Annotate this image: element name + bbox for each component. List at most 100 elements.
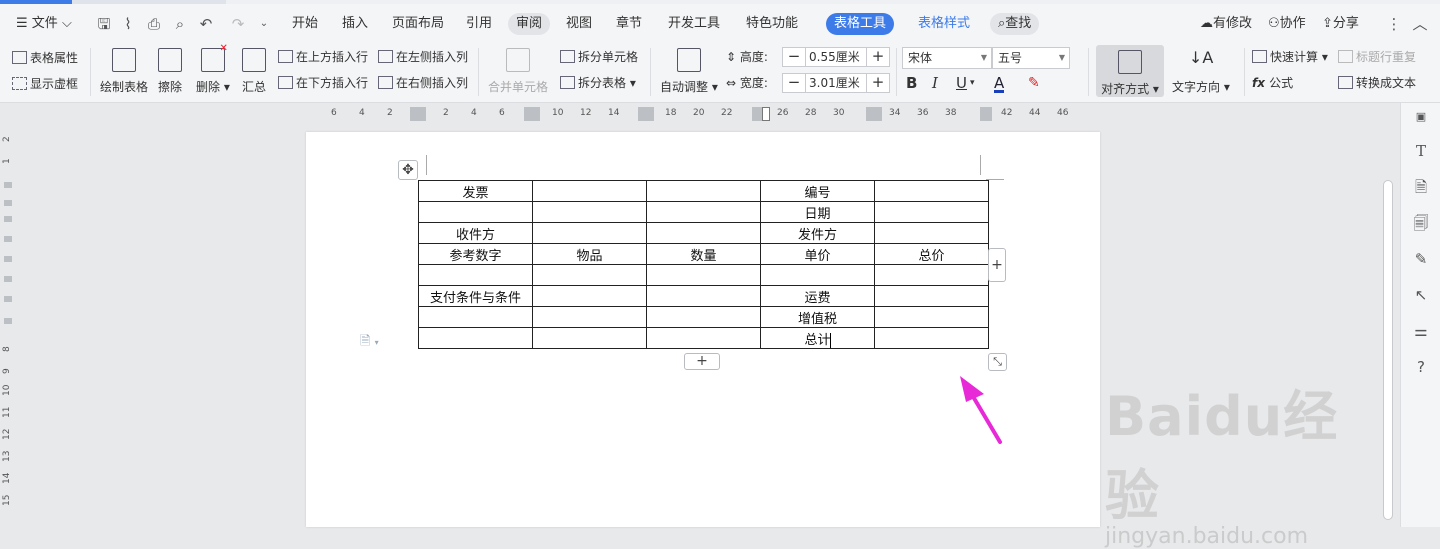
table-cell[interactable]	[874, 264, 989, 286]
table-cell[interactable]	[418, 201, 533, 223]
table-cell[interactable]	[874, 327, 989, 349]
formula-button[interactable]: fx 公式	[1252, 73, 1293, 93]
table-cell[interactable]: 增值税	[760, 306, 875, 328]
table-cell[interactable]	[532, 264, 647, 286]
table-cell[interactable]: 单价	[760, 243, 875, 265]
height-stepper[interactable]: − 0.55厘米 +	[782, 47, 890, 67]
collapse-ribbon-icon[interactable]: ︿	[1410, 14, 1430, 34]
split-table-button[interactable]: 拆分表格 ▾	[560, 73, 636, 93]
table-cell[interactable]: 收件方	[418, 222, 533, 244]
table-cell[interactable]	[646, 201, 761, 223]
table-cell[interactable]	[418, 327, 533, 349]
table-cell[interactable]	[646, 327, 761, 349]
convert-to-text-button[interactable]: 转换成文本	[1338, 73, 1416, 93]
tab-table-style[interactable]: 表格样式	[910, 13, 978, 35]
table-cell[interactable]	[874, 285, 989, 307]
customize-qat-icon[interactable]: ⌄	[254, 14, 274, 34]
tab-table-tools[interactable]: 表格工具	[826, 13, 895, 35]
indent-marker[interactable]	[762, 107, 770, 121]
tab-features[interactable]: 特色功能	[738, 13, 806, 35]
width-decrease-button[interactable]: −	[783, 74, 806, 92]
height-value[interactable]: 0.55厘米	[809, 49, 860, 66]
table-cell[interactable]	[532, 180, 647, 202]
tab-chapter[interactable]: 章节	[608, 13, 650, 35]
cursor-icon[interactable]: ↖	[1411, 285, 1431, 305]
delete-button[interactable]: ✕ 删除 ▾	[196, 43, 230, 95]
redo-icon[interactable]: ↷	[228, 14, 248, 34]
table-cell[interactable]: 日期	[760, 201, 875, 223]
tab-view[interactable]: 视图	[558, 13, 600, 35]
align-button[interactable]: 对齐方式 ▾	[1096, 45, 1164, 97]
tab-reference[interactable]: 引用	[458, 13, 500, 35]
font-name-select[interactable]: 宋体 ▼	[902, 47, 992, 69]
data-table[interactable]: 发票 编号 日期 收件方 发件方 参考数字 物品 数量 单价 总价 支付条件与条件 运费 增值税 总计	[418, 180, 989, 349]
table-cell[interactable]: 发件方	[760, 222, 875, 244]
table-cell[interactable]	[646, 222, 761, 244]
table-cell[interactable]	[646, 180, 761, 202]
table-cell[interactable]	[646, 264, 761, 286]
insert-col-right-button[interactable]: 在右侧插入列	[378, 73, 468, 93]
share-button[interactable]: ⇪分享	[1314, 13, 1367, 35]
sidebar-collapse-icon[interactable]: ▣	[1411, 107, 1431, 127]
scroll-thumb[interactable]	[1383, 180, 1393, 520]
table-cell[interactable]: 数量	[646, 243, 761, 265]
tab-dev-tools[interactable]: 开发工具	[660, 13, 728, 35]
table-cell[interactable]: 总价	[874, 243, 989, 265]
table-cell[interactable]	[532, 306, 647, 328]
height-decrease-button[interactable]: −	[783, 48, 806, 66]
underline-button[interactable]: U	[956, 73, 967, 93]
repeat-header-button[interactable]: 标题行重复	[1338, 47, 1416, 67]
tab-page-layout[interactable]: 页面布局	[384, 13, 452, 35]
quick-calc-button[interactable]: 快速计算 ▾	[1252, 47, 1328, 67]
table-cell[interactable]: 发票	[418, 180, 533, 202]
table-cell[interactable]	[874, 201, 989, 223]
format-painter-icon[interactable]: ⌇	[118, 14, 138, 34]
highlight-icon[interactable]: ✎	[1028, 73, 1040, 93]
table-cell[interactable]: 编号	[760, 180, 875, 202]
sliders-icon[interactable]: ⚌	[1411, 321, 1431, 341]
save-icon[interactable]: 🖫	[94, 14, 114, 34]
table-cell[interactable]	[646, 285, 761, 307]
table-cell[interactable]	[418, 264, 533, 286]
font-size-select[interactable]: 五号 ▼	[992, 47, 1070, 69]
table-cell[interactable]: 参考数字	[418, 243, 533, 265]
chevron-down-icon[interactable]: ▾	[970, 73, 975, 93]
vertical-ruler[interactable]: 2 1 8 9 10 11 12 13 14 15	[0, 112, 16, 527]
file-menu[interactable]: ☰ 文件 ⌵	[8, 13, 80, 35]
italic-button[interactable]: I	[932, 73, 938, 93]
add-column-button[interactable]: +	[988, 248, 1006, 282]
table-cell[interactable]	[532, 201, 647, 223]
text-direction-button[interactable]: ↓A 文字方向 ▾	[1172, 48, 1230, 95]
undo-icon[interactable]: ↶	[196, 14, 216, 34]
document-icon[interactable]: 🗎 ▾	[360, 332, 379, 354]
collab-button[interactable]: ⚇协作	[1260, 13, 1314, 35]
table-cell[interactable]: 支付条件与条件	[418, 285, 533, 307]
table-cell[interactable]	[874, 222, 989, 244]
table-cell[interactable]	[646, 306, 761, 328]
tab-insert[interactable]: 插入	[334, 13, 376, 35]
draw-table-button[interactable]: 绘制表格	[100, 48, 148, 95]
table-cell[interactable]	[418, 306, 533, 328]
pen-icon[interactable]: ✎	[1411, 249, 1431, 269]
split-cells-button[interactable]: 拆分单元格	[560, 47, 638, 67]
search-button[interactable]: ⌕查找	[990, 13, 1040, 35]
bold-button[interactable]: B	[906, 73, 917, 93]
table-properties-button[interactable]: 表格属性	[12, 48, 78, 68]
table-cell[interactable]	[532, 327, 647, 349]
table-cell[interactable]	[874, 180, 989, 202]
document-settings-icon[interactable]: 🗐	[1411, 213, 1431, 233]
insert-row-below-button[interactable]: 在下方插入行	[278, 73, 368, 93]
text-style-icon[interactable]: T	[1411, 141, 1431, 161]
modified-button[interactable]: ☁有修改	[1192, 13, 1260, 35]
table-cell[interactable]: 物品	[532, 243, 647, 265]
table-cell[interactable]	[760, 264, 875, 286]
erase-button[interactable]: 擦除	[158, 48, 182, 95]
table-cell[interactable]	[532, 222, 647, 244]
insert-row-above-button[interactable]: 在上方插入行	[278, 47, 368, 67]
height-increase-button[interactable]: +	[866, 48, 889, 66]
document-save-icon[interactable]: 🗎	[1411, 177, 1431, 197]
width-value[interactable]: 3.01厘米	[809, 75, 860, 92]
more-icon[interactable]: ⋮	[1384, 14, 1404, 34]
print-preview-icon[interactable]: ⌕	[170, 14, 190, 34]
resize-table-icon[interactable]: ⤡	[988, 353, 1007, 371]
